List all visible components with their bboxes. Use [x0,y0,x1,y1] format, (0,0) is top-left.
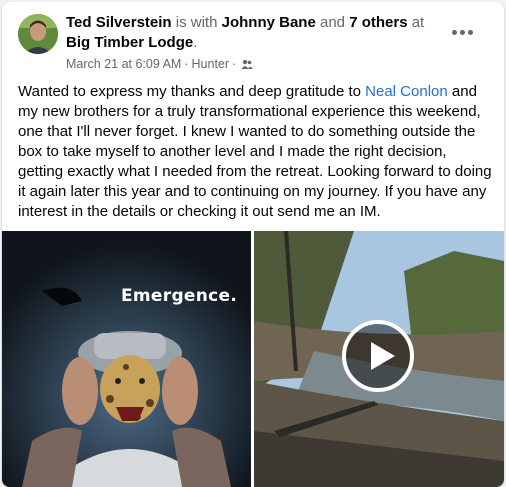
image-caption-text: Emergence. [121,286,238,306]
author-name[interactable]: Ted Silverstein [66,14,172,31]
post-text-end: and my new brothers for a truly transfor… [18,83,492,220]
post-place[interactable]: Hunter [192,56,230,72]
and-text: and [319,14,346,31]
post-media: Emergence. [2,231,504,487]
at-text: at [411,14,425,31]
post-headline: Ted Silverstein is with Johnny Bane and … [66,13,446,53]
location-name[interactable]: Big Timber Lodge [66,34,193,51]
photo-tile[interactable]: Emergence. [2,231,251,487]
post-text-start: Wanted to express my thanks and deep gra… [18,83,366,100]
meta-separator: · [184,57,189,71]
tagged-others[interactable]: 7 others [349,14,407,31]
headline-period: . [193,34,198,51]
friends-icon[interactable] [241,58,254,70]
is-with-text: is with [175,14,218,31]
video-tile[interactable] [254,231,504,487]
mention-link[interactable]: Neal Conlon [365,83,448,100]
meta-separator-2: · [232,57,237,71]
play-icon[interactable] [342,320,414,392]
post-meta: March 21 at 6:09 AM · Hunter · [66,56,254,72]
post-body: Wanted to express my thanks and deep gra… [18,82,493,222]
post-header: Ted Silverstein is with Johnny Bane and … [2,2,504,77]
post-card: Ted Silverstein is with Johnny Bane and … [2,2,504,487]
post-timestamp[interactable]: March 21 at 6:09 AM [66,56,181,72]
more-options-icon[interactable] [444,22,480,42]
tagged-person[interactable]: Johnny Bane [222,14,316,31]
avatar[interactable] [18,14,58,54]
